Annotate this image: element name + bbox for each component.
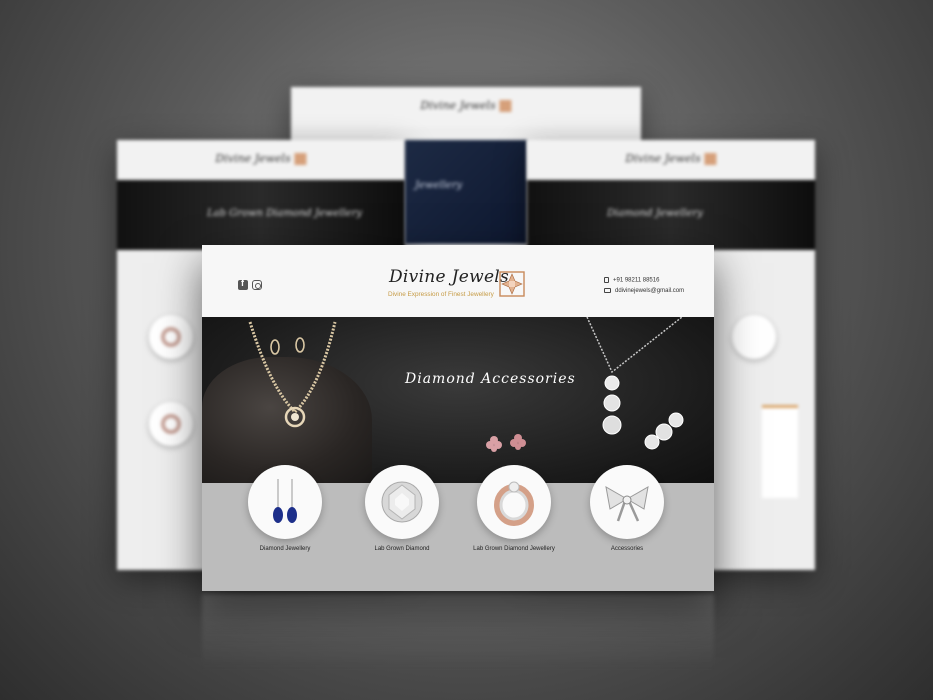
- category-lab-grown-diamond[interactable]: Lab Grown Diamond: [357, 465, 447, 553]
- site-header: f Divine Jewels Divine Expression of Fin…: [202, 245, 714, 317]
- earrings-icon[interactable]: [248, 465, 322, 539]
- main-page-mockup: f Divine Jewels Divine Expression of Fin…: [202, 245, 714, 591]
- mini-category-circle: [149, 315, 193, 359]
- category-accessories[interactable]: Accessories: [582, 465, 672, 553]
- mini-header: Divine Jewels: [291, 87, 641, 127]
- mini-category-circle: [732, 315, 776, 359]
- mockup-reflection: [202, 594, 714, 674]
- mini-category-circle: [149, 402, 193, 446]
- mini-logo: Divine Jewels: [420, 99, 512, 112]
- bow-brooch-icon[interactable]: [590, 465, 664, 539]
- brand-logo-text[interactable]: Divine Jewels: [389, 267, 509, 287]
- mini-form-panel: [762, 405, 798, 498]
- email-contact[interactable]: ddivinejewels@gmail.com: [604, 288, 684, 294]
- phone-icon: [604, 277, 609, 283]
- category-label: Lab Grown Diamond: [374, 546, 430, 552]
- navy-panel-text: Jewellery: [415, 180, 463, 191]
- category-label: Accessories: [610, 546, 644, 552]
- mail-icon: [604, 288, 611, 293]
- category-lab-grown-diamond-jewellery[interactable]: Lab Grown Diamond Jewellery: [469, 465, 559, 553]
- mini-logo: Divine Jewels: [215, 152, 307, 165]
- phone-contact[interactable]: +91 98211 88516: [604, 277, 659, 284]
- diamond-icon[interactable]: [365, 465, 439, 539]
- mini-banner-text: Diamond Jewellery: [607, 208, 703, 219]
- category-label: Lab Grown Diamond Jewellery: [473, 546, 555, 552]
- background-navy-panel: Jewellery: [405, 140, 527, 244]
- pink-stud-earrings-image: [486, 434, 526, 452]
- instagram-icon[interactable]: [252, 280, 262, 290]
- facebook-icon[interactable]: f: [238, 278, 248, 290]
- brand-logo-emblem-icon: [499, 271, 525, 297]
- category-diamond-jewellery[interactable]: Diamond Jewellery: [240, 465, 330, 553]
- category-label: Diamond Jewellery: [259, 546, 311, 552]
- mini-banner: Diamond Jewellery: [527, 180, 815, 250]
- ring-icon[interactable]: [477, 465, 551, 539]
- mini-banner-text: Lab Grown Diamond Jewellery: [207, 208, 362, 219]
- mini-header: Divine Jewels: [527, 140, 815, 180]
- category-section: Diamond Jewellery Lab Grown Diamond Lab …: [202, 465, 714, 591]
- banner-title: Diamond Accessories: [405, 371, 576, 387]
- phone-text: +91 98211 88516: [613, 277, 660, 284]
- gold-necklace-image: [248, 321, 337, 428]
- email-text: ddivinejewels@gmail.com: [615, 288, 685, 295]
- hero-banner: Diamond Accessories: [202, 317, 714, 483]
- mini-logo: Divine Jewels: [625, 152, 717, 165]
- brand-tagline: Divine Expression of Finest Jewellery: [388, 291, 494, 298]
- diamond-pendant-image: [586, 317, 684, 450]
- mini-header: Divine Jewels: [117, 140, 405, 180]
- mini-banner: Lab Grown Diamond Jewellery: [117, 180, 405, 250]
